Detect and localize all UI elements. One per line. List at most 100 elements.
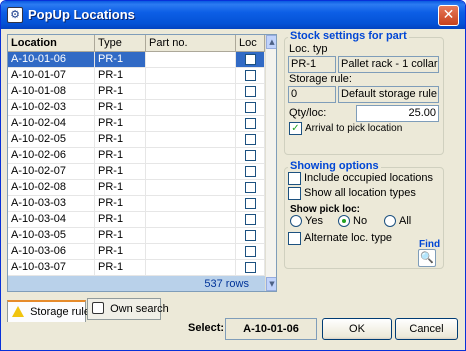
radio-no[interactable]: [338, 215, 350, 227]
cell-occupied: [236, 164, 265, 179]
occupied-checkbox[interactable]: [245, 182, 256, 193]
occupied-checkbox[interactable]: [245, 198, 256, 209]
cell-type: PR-1: [95, 84, 146, 99]
occupied-checkbox[interactable]: [245, 166, 256, 177]
cell-part-no: [146, 244, 236, 259]
grid-vertical-scrollbar[interactable]: ▲ ▼: [265, 35, 276, 291]
occupied-checkbox[interactable]: [245, 262, 256, 273]
column-header-type[interactable]: Type: [95, 35, 146, 52]
occupied-checkbox[interactable]: [245, 70, 256, 81]
cell-occupied: [236, 68, 265, 83]
ok-button[interactable]: OK: [322, 318, 392, 340]
cell-part-no: [146, 180, 236, 195]
table-row[interactable]: A-10-03-03 PR-1: [8, 196, 265, 212]
column-header-location[interactable]: Location: [8, 35, 95, 52]
occupied-checkbox[interactable]: [245, 246, 256, 257]
cell-type: PR-1: [95, 260, 146, 275]
loc-typ-label: Loc. typ: [289, 43, 328, 55]
cell-part-no: [146, 260, 236, 275]
show-pick-label: Show pick loc:: [290, 204, 361, 215]
qty-loc-field[interactable]: 25.00: [356, 105, 439, 122]
table-row[interactable]: A-10-02-04 PR-1: [8, 116, 265, 132]
cell-occupied: [236, 84, 265, 99]
table-row[interactable]: A-10-03-07 PR-1: [8, 260, 265, 276]
cell-location: A-10-02-06: [8, 148, 95, 163]
cell-type: PR-1: [95, 228, 146, 243]
cell-location: A-10-01-06: [8, 52, 95, 67]
alternate-loc-type-checkbox[interactable]: [288, 232, 301, 245]
cell-type: PR-1: [95, 196, 146, 211]
cell-type: PR-1: [95, 180, 146, 195]
occupied-checkbox[interactable]: [245, 54, 256, 65]
cell-type: PR-1: [95, 52, 146, 67]
cell-part-no: [146, 84, 236, 99]
table-row[interactable]: A-10-03-06 PR-1: [8, 244, 265, 260]
select-label: Select:: [188, 322, 225, 334]
cell-part-no: [146, 148, 236, 163]
title-bar[interactable]: ⚙ PopUp Locations ✕: [1, 1, 465, 29]
grid-header: Location Type Part no. Loc: [8, 35, 265, 52]
storage-rule-code: 0: [288, 86, 336, 103]
row-count: 537 rows: [8, 276, 265, 291]
cell-part-no: [146, 100, 236, 115]
table-row[interactable]: A-10-02-08 PR-1: [8, 180, 265, 196]
scroll-up-icon[interactable]: ▲: [266, 35, 276, 49]
cell-type: PR-1: [95, 212, 146, 227]
include-occupied-checkbox[interactable]: [288, 172, 301, 185]
table-row[interactable]: A-10-01-08 PR-1: [8, 84, 265, 100]
show-all-types-checkbox[interactable]: [288, 187, 301, 200]
tab-storage-rule[interactable]: Storage rule: [7, 300, 90, 322]
find-search-icon[interactable]: 🔍: [418, 249, 436, 267]
table-row[interactable]: A-10-01-07 PR-1: [8, 68, 265, 84]
cancel-button[interactable]: Cancel: [395, 318, 458, 340]
alternate-loc-type-label: Alternate loc. type: [304, 232, 393, 244]
qty-loc-label: Qty/loc:: [289, 107, 327, 119]
cell-occupied: [236, 228, 265, 243]
table-row[interactable]: A-10-03-05 PR-1: [8, 228, 265, 244]
cell-location: A-10-03-05: [8, 228, 95, 243]
cell-location: A-10-01-08: [8, 84, 95, 99]
occupied-checkbox[interactable]: [245, 102, 256, 113]
cell-occupied: [236, 132, 265, 147]
occupied-checkbox[interactable]: [245, 214, 256, 225]
table-row[interactable]: A-10-02-06 PR-1: [8, 148, 265, 164]
table-row[interactable]: A-10-02-05 PR-1: [8, 132, 265, 148]
table-row[interactable]: A-10-02-07 PR-1: [8, 164, 265, 180]
locations-grid[interactable]: Location Type Part no. Loc A-10-01-06 PR-…: [7, 34, 277, 292]
cell-occupied: [236, 52, 265, 67]
occupied-checkbox[interactable]: [245, 118, 256, 129]
popup-locations-window: ⚙ PopUp Locations ✕ Location Type Part n…: [0, 0, 466, 351]
radio-yes[interactable]: [290, 215, 302, 227]
occupied-checkbox[interactable]: [245, 86, 256, 97]
cell-type: PR-1: [95, 100, 146, 115]
warning-icon: [12, 306, 24, 317]
app-icon: ⚙: [7, 7, 23, 23]
occupied-checkbox[interactable]: [245, 150, 256, 161]
occupied-checkbox[interactable]: [245, 230, 256, 241]
cell-location: A-10-03-07: [8, 260, 95, 275]
scroll-down-icon[interactable]: ▼: [266, 277, 276, 291]
cell-part-no: [146, 164, 236, 179]
cell-type: PR-1: [95, 68, 146, 83]
close-icon[interactable]: ✕: [438, 5, 459, 26]
table-row[interactable]: A-10-02-03 PR-1: [8, 100, 265, 116]
show-all-types-label: Show all location types: [304, 187, 416, 199]
cell-occupied: [236, 116, 265, 131]
cell-occupied: [236, 244, 265, 259]
arrival-checkbox[interactable]: ✓: [289, 122, 302, 135]
column-header-occupied[interactable]: Loc: [236, 35, 265, 52]
select-value: A-10-01-06: [225, 318, 317, 340]
cell-part-no: [146, 132, 236, 147]
radio-all[interactable]: [384, 215, 396, 227]
tab-own-search[interactable]: Own search: [87, 298, 169, 320]
radio-no-label: No: [353, 215, 368, 227]
table-row[interactable]: A-10-03-04 PR-1: [8, 212, 265, 228]
cell-occupied: [236, 260, 265, 275]
column-header-part-no[interactable]: Part no.: [146, 35, 236, 52]
cell-location: A-10-03-06: [8, 244, 95, 259]
cell-location: A-10-02-03: [8, 100, 95, 115]
cell-location: A-10-03-04: [8, 212, 95, 227]
table-row[interactable]: A-10-01-06 PR-1: [8, 52, 265, 68]
cell-part-no: [146, 212, 236, 227]
occupied-checkbox[interactable]: [245, 134, 256, 145]
